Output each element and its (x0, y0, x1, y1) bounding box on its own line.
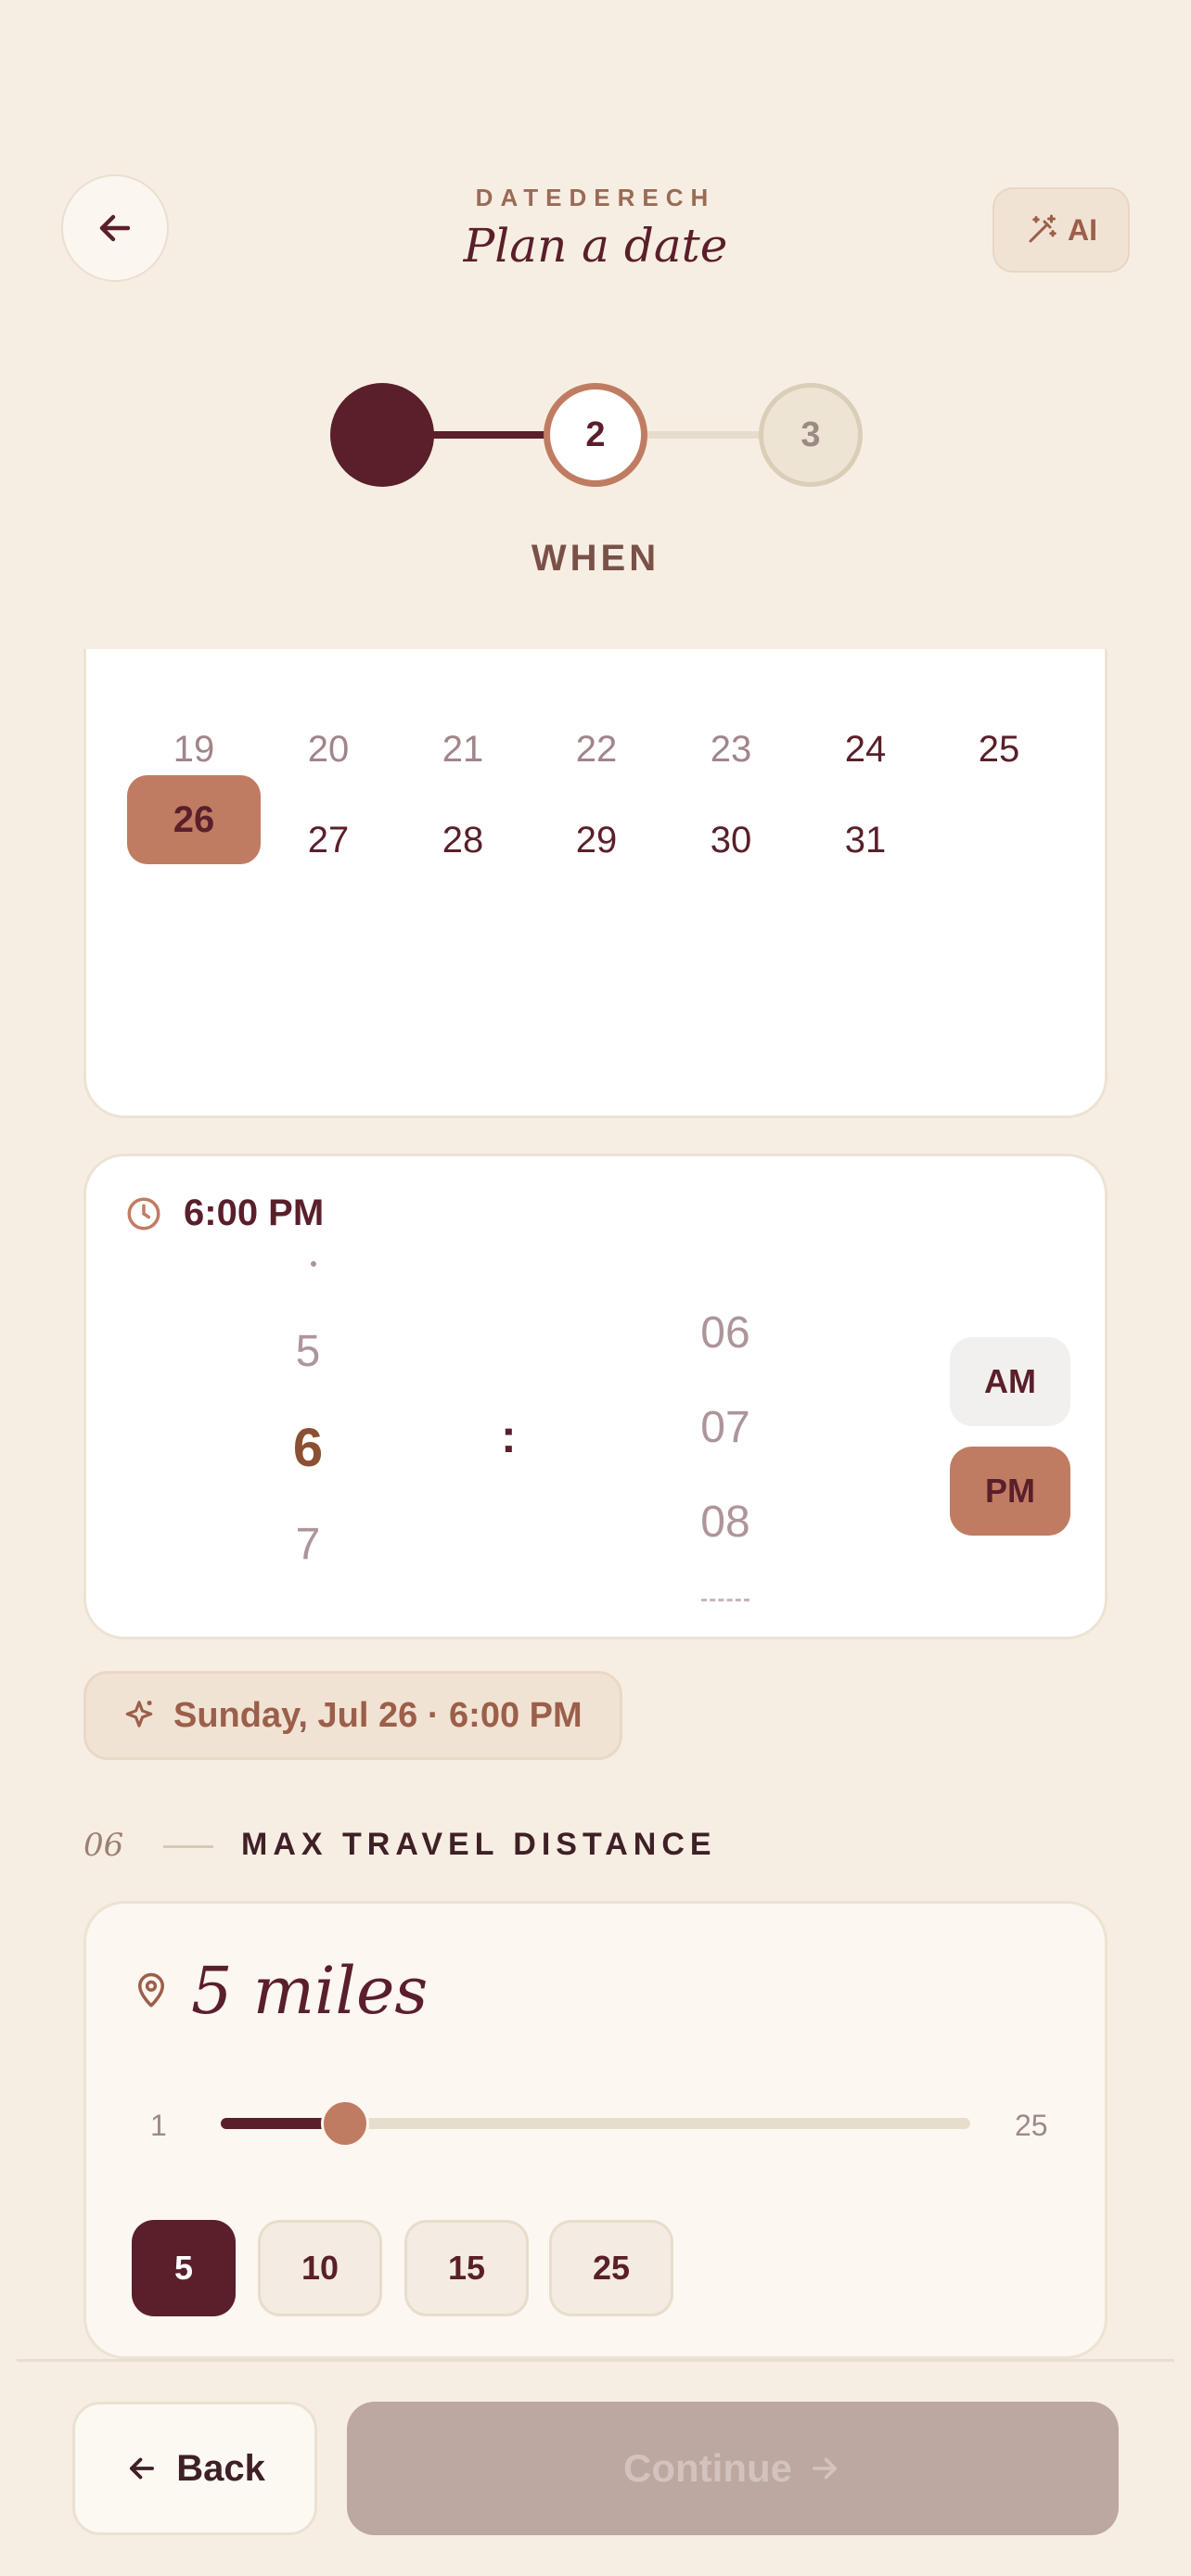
slider-max-label: 25 (1015, 2109, 1048, 2142)
calendar-day[interactable]: 31 (799, 796, 932, 885)
step-3-pending: 3 (759, 383, 863, 487)
calendar-day[interactable]: 25 (932, 705, 1066, 794)
calendar-day-selected[interactable]: 26 (127, 775, 261, 864)
preset-10-miles[interactable]: 10 (258, 2220, 382, 2316)
wheel-fade-edge (701, 1599, 749, 1605)
arrow-right-icon (813, 2457, 837, 2480)
clock-icon (127, 1197, 160, 1230)
hour-selected[interactable]: 6 (243, 1417, 373, 1479)
slider-thumb[interactable] (321, 2099, 369, 2148)
step-2-current: 2 (544, 383, 647, 487)
time-display-label: 6:00 PM (184, 1192, 325, 1233)
calendar-day[interactable]: 23 (664, 705, 798, 794)
preset-5-miles[interactable]: 5 (132, 2220, 236, 2316)
calendar-card: 19 20 21 22 23 24 25 26 27 28 29 30 31 (83, 649, 1108, 1118)
calendar-day[interactable]: 22 (530, 705, 663, 794)
hour-option[interactable]: 5 (243, 1326, 373, 1377)
step-1-complete (330, 383, 434, 487)
minute-option[interactable]: 07 (660, 1402, 790, 1453)
minute-option[interactable]: 08 (660, 1497, 790, 1548)
calendar-day[interactable]: 24 (799, 705, 932, 794)
calendar-day[interactable]: 21 (396, 705, 530, 794)
footer-divider (17, 2359, 1174, 2362)
ai-label: AI (1068, 212, 1097, 247)
minute-option[interactable]: 06 (660, 1307, 790, 1358)
back-button[interactable]: Back (72, 2402, 317, 2535)
calendar-day[interactable]: 29 (530, 796, 663, 885)
distance-value: 5 miles (191, 1953, 429, 2029)
continue-button[interactable]: Continue (347, 2402, 1119, 2535)
continue-button-label: Continue (623, 2446, 792, 2490)
ai-button[interactable]: AI (992, 187, 1130, 273)
stepper-line-complete (430, 431, 547, 439)
date-summary-chip: Sunday, Jul 26 · 6:00 PM (83, 1671, 622, 1760)
section-divider (163, 1845, 213, 1848)
hour-option[interactable]: 7 (243, 1519, 373, 1570)
calendar-day[interactable]: 20 (262, 705, 395, 794)
preset-15-miles[interactable]: 15 (404, 2220, 529, 2316)
step-label: WHEN (531, 538, 660, 579)
calendar-day[interactable]: 27 (262, 796, 395, 885)
calendar-day[interactable]: 28 (396, 796, 530, 885)
preset-25-miles[interactable]: 25 (549, 2220, 673, 2316)
back-button-label: Back (176, 2447, 265, 2489)
wheel-fade-dot (311, 1261, 316, 1267)
date-summary-text: Sunday, Jul 26 · 6:00 PM (173, 1695, 583, 1735)
map-pin-icon (132, 1971, 171, 2015)
sparkle-icon (125, 1701, 153, 1728)
pm-toggle[interactable]: PM (950, 1447, 1070, 1536)
slider-min-label: 1 (150, 2109, 167, 2142)
calendar-day[interactable]: 30 (664, 796, 798, 885)
section-title: MAX TRAVEL DISTANCE (241, 1827, 717, 1862)
am-toggle[interactable]: AM (950, 1337, 1070, 1426)
section-number: 06 (83, 1827, 124, 1864)
stepper-line-pending (640, 431, 764, 439)
time-separator: : (501, 1410, 517, 1462)
magic-wand-icon (1029, 214, 1057, 243)
arrow-left-icon (130, 2457, 155, 2480)
time-display: 6:00 PM (124, 1192, 324, 1234)
